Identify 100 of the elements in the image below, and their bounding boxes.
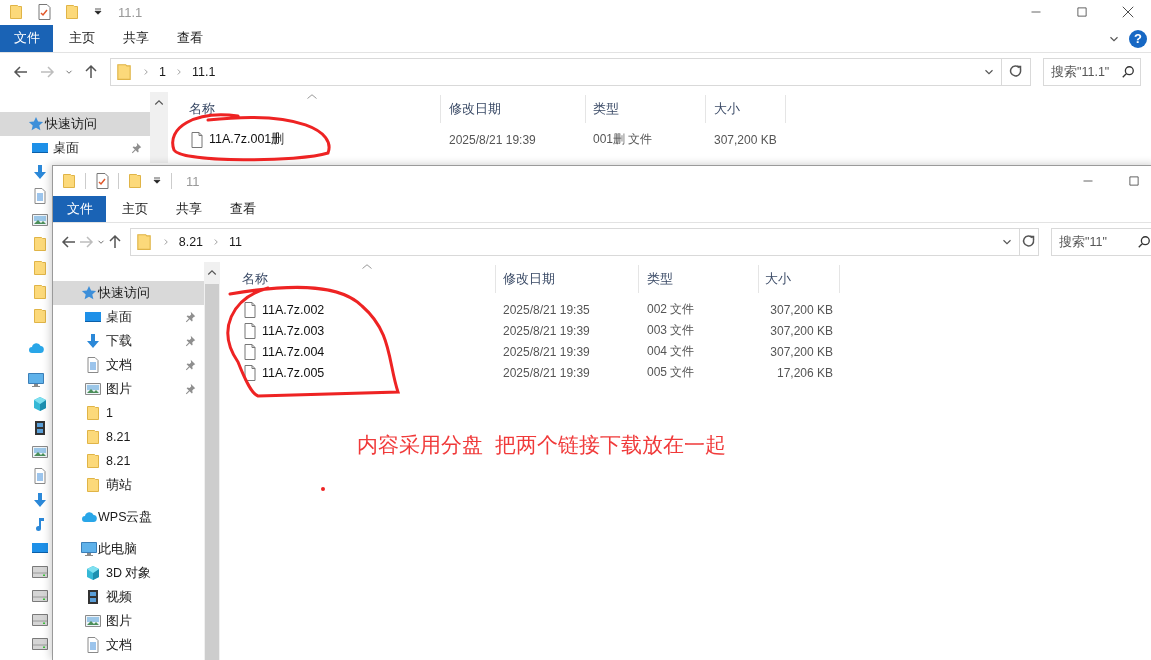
ribbon-tab[interactable]: 查看 (163, 25, 217, 52)
folder-icon (127, 173, 143, 189)
table-cell-text: 2025/8/21 19:35 (502, 302, 591, 317)
maximize-icon (1076, 6, 1088, 18)
folder-icon (64, 4, 80, 20)
column-header[interactable]: 大小 (759, 265, 840, 293)
folder-icon (32, 284, 48, 300)
ribbon-tab[interactable]: 文件 (0, 25, 53, 52)
folder-icon (85, 477, 101, 493)
folder-icon (85, 453, 101, 469)
sidebar-item[interactable]: 快速访问 (0, 112, 150, 136)
sidebar-item[interactable]: 快速访问 (53, 281, 204, 305)
sidebar-item[interactable]: 图片 (53, 377, 204, 401)
down-arrow-icon (32, 492, 48, 508)
breadcrumb-item[interactable]: 8.21 (178, 235, 204, 249)
breadcrumb-item[interactable]: 11.1 (191, 65, 216, 79)
sidebar-item[interactable]: 文档 (53, 353, 204, 377)
refresh-icon (1008, 64, 1024, 80)
table-cell-text: 2025/8/21 19:39 (448, 132, 537, 147)
sidebar-item[interactable]: 文档 (53, 633, 204, 657)
folder-icon (32, 260, 48, 276)
column-header[interactable]: 修改日期 (441, 95, 586, 123)
sidebar-item[interactable]: 8.21 (53, 425, 204, 449)
column-header[interactable]: 大小 (706, 95, 786, 123)
document-icon (85, 357, 101, 373)
caret-down-icon (151, 175, 163, 187)
help-button[interactable]: ? (1129, 29, 1147, 48)
ribbon-tab[interactable]: 主页 (108, 196, 162, 222)
back-arrow-icon (13, 64, 29, 80)
search-field[interactable]: 搜索"11.1" (1043, 58, 1141, 86)
scrollbar-thumb[interactable] (205, 284, 219, 660)
ribbon-tab[interactable]: 文件 (53, 196, 106, 222)
image-icon (32, 212, 48, 228)
document-icon (32, 188, 48, 204)
breadcrumb-item[interactable]: 11 (229, 235, 243, 249)
table-cell-text: 004 文件 (646, 343, 696, 360)
checklist-icon (94, 173, 110, 189)
file-name-cell[interactable]: 11A.7z.002 (220, 301, 496, 318)
forward-arrow-icon (39, 64, 55, 80)
table-cell-text: 2025/8/21 19:39 (502, 344, 591, 359)
folder-icon (8, 4, 24, 20)
sidebar-item[interactable]: WPS云盘 (53, 505, 204, 529)
sidebar-item[interactable]: 此电脑 (53, 537, 204, 561)
sidebar-item[interactable]: 8.21 (53, 449, 204, 473)
folder-icon (115, 63, 133, 81)
scrollbar[interactable] (150, 92, 168, 163)
table-cell-text: 307,200 KB (713, 132, 778, 147)
file-name-cell[interactable]: 11A.7z.005 (220, 364, 496, 381)
table-cell-text: 002 文件 (646, 301, 696, 318)
folder-icon (134, 233, 153, 251)
image-icon (85, 381, 101, 397)
scrollbar[interactable] (204, 262, 220, 660)
column-header[interactable]: 修改日期 (496, 265, 639, 293)
up-arrow-icon (83, 64, 99, 80)
sidebar-item[interactable]: 桌面 (0, 136, 150, 160)
down-arrow-icon (85, 333, 101, 349)
document-icon (85, 637, 101, 653)
breadcrumb-item[interactable]: 1 (159, 65, 166, 79)
cube-icon (85, 565, 101, 581)
sidebar-item[interactable]: 萌站 (53, 473, 204, 497)
column-header[interactable]: 名称 (168, 95, 441, 123)
address-bar[interactable]: 1 11.1 (110, 58, 1002, 86)
folder-icon (85, 405, 101, 421)
sidebar-item[interactable]: 桌面 (53, 305, 204, 329)
drive-icon (32, 636, 48, 652)
ribbon-tab[interactable]: 查看 (216, 196, 270, 222)
file-icon (242, 301, 258, 318)
annotation-dot (321, 487, 325, 491)
column-header[interactable]: 类型 (586, 95, 706, 123)
file-name-cell[interactable]: 11A.7z.003 (220, 322, 496, 339)
search-field[interactable]: 搜索"11" (1051, 228, 1151, 256)
drive-icon (32, 588, 48, 604)
checklist-icon (36, 4, 52, 20)
folder-icon (32, 236, 48, 252)
image-icon (32, 444, 48, 460)
film-icon (32, 420, 48, 436)
file-name-cell[interactable]: 11A.7z.001删 (168, 131, 441, 148)
sidebar-item[interactable]: 视频 (53, 585, 204, 609)
refresh-button[interactable] (1002, 58, 1031, 86)
cloud-icon (81, 509, 97, 525)
file-name-cell[interactable]: 11A.7z.004 (220, 343, 496, 360)
sidebar-item[interactable]: 1 (53, 401, 204, 425)
star-icon (28, 116, 44, 132)
maximize-icon (1128, 175, 1140, 187)
file-icon (242, 364, 258, 381)
sidebar-item[interactable]: 3D 对象 (53, 561, 204, 585)
cube-icon (32, 396, 48, 412)
ribbon-tab[interactable]: 共享 (109, 25, 163, 52)
address-bar[interactable]: 8.21 11 (129, 228, 1020, 256)
column-header[interactable]: 名称 (220, 265, 496, 293)
sidebar-item[interactable]: 图片 (53, 609, 204, 633)
ribbon-tab[interactable]: 共享 (162, 196, 216, 222)
refresh-button[interactable] (1019, 228, 1039, 256)
caret-down-icon (92, 6, 104, 18)
column-header[interactable]: 类型 (639, 265, 759, 293)
sidebar-item[interactable]: 下载 (53, 329, 204, 353)
table-cell-text: 307,200 KB (769, 302, 834, 317)
ribbon-tab[interactable]: 主页 (55, 25, 109, 52)
image-icon (85, 613, 101, 629)
folder-icon (32, 308, 48, 324)
